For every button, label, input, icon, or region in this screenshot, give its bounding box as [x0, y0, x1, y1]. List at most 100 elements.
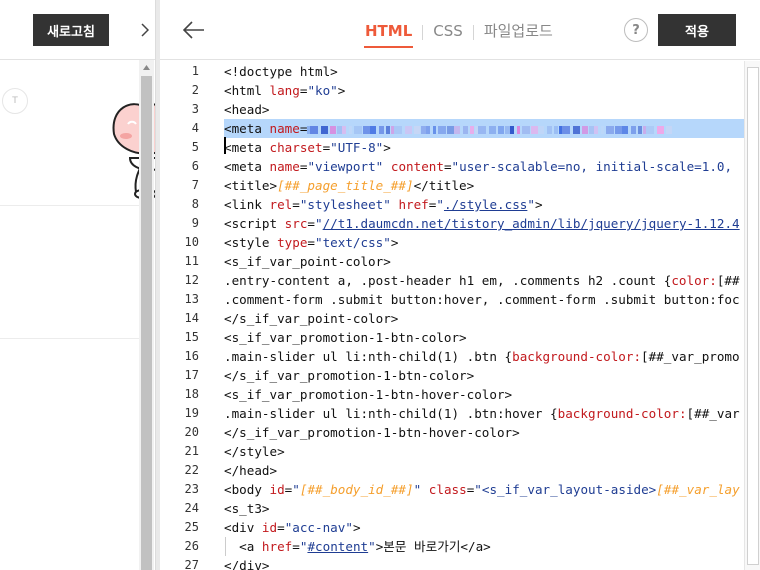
line-number: 1: [191, 64, 199, 78]
apply-button[interactable]: 적용: [658, 14, 736, 46]
code-token: "text/css": [315, 235, 391, 250]
arrow-left-icon: [183, 21, 204, 39]
editor-scrollbar[interactable]: [744, 61, 760, 570]
code-line[interactable]: 17 </s_if_var_promotion-1-btn-color>: [160, 366, 744, 385]
code-token: src: [284, 216, 308, 231]
line-number: 18: [184, 387, 199, 401]
code-line[interactable]: 16 .main-slider ul li:nth-child(1) .btn {…: [160, 347, 744, 366]
help-button[interactable]: ?: [624, 18, 648, 42]
code-token: <head>: [224, 102, 270, 117]
code-token: <s_t3>: [224, 501, 270, 516]
line-number: 26: [184, 539, 199, 553]
code-line[interactable]: 9 <script src="//t1.daumcdn.net/tistory_a…: [160, 214, 744, 233]
code-token: "ko": [307, 83, 338, 98]
redacted-pixel: [321, 125, 329, 134]
redacted-pixel: [330, 125, 337, 134]
code-token: =: [277, 520, 285, 535]
code-token: .main-slider ul li:nth-child(1) .btn:hov…: [224, 406, 558, 421]
code-token: [##: [716, 273, 740, 288]
redacted-pixel: [370, 125, 377, 134]
code-line[interactable]: 23 <body id="[##_body_id_##]" class="<s_i…: [160, 480, 744, 499]
line-number: 17: [184, 368, 199, 382]
code-line[interactable]: 8 <link rel="stylesheet" href="./style.cs…: [160, 195, 744, 214]
code-token: =: [292, 539, 300, 554]
scroll-up-icon[interactable]: [139, 60, 154, 74]
code-line[interactable]: 10 <style type="text/css">: [160, 233, 744, 252]
redacted-pixel: [478, 125, 487, 134]
code-token: href: [398, 197, 429, 212]
code-text: <head>: [224, 100, 744, 119]
line-number: 20: [184, 425, 199, 439]
preview-divider: [0, 338, 139, 339]
editor-toolbar: HTML CSS 파일업로드 ? 적용: [160, 0, 760, 60]
preview-scrollbar[interactable]: [139, 60, 154, 570]
editor-scrollbar-thumb[interactable]: [747, 67, 759, 565]
code-token: .comment-form .submit button:hover, .com…: [224, 292, 740, 307]
collapse-preview-button[interactable]: [136, 12, 154, 48]
code-text: <meta charset="UTF-8">: [224, 138, 744, 157]
tab-html[interactable]: HTML: [364, 20, 414, 48]
refresh-button[interactable]: 새로고침: [33, 14, 109, 46]
code-text: <!doctype html>: [224, 62, 744, 81]
code-line[interactable]: 27 </div>: [160, 556, 744, 570]
code-text: <html lang="ko">: [224, 81, 744, 100]
code-token: >: [337, 83, 346, 98]
code-text: <meta name="viewport" content="user-scal…: [224, 157, 744, 176]
code-token: <s_if_var_promotion-1-btn-color>: [224, 330, 467, 345]
redacted-pixel: [631, 125, 637, 134]
code-line[interactable]: 1 <!doctype html>: [160, 62, 744, 81]
redacted-pixel: [489, 125, 497, 134]
code-line[interactable]: 13 .comment-form .submit button:hover, .c…: [160, 290, 744, 309]
code-line[interactable]: 3 <head>: [160, 100, 744, 119]
code-token: </head>: [224, 463, 278, 478]
code-line[interactable]: 18 <s_if_var_promotion-1-btn-hover-color>: [160, 385, 744, 404]
tab-file-upload[interactable]: 파일업로드: [483, 20, 554, 44]
code-token: =: [443, 159, 452, 174]
code-text: </s_if_var_promotion-1-btn-hover-color>: [224, 423, 744, 442]
code-line[interactable]: 20 </s_if_var_promotion-1-btn-hover-color…: [160, 423, 744, 442]
code-text: <title>[##_page_title_##]</title>: [224, 176, 744, 195]
code-token: <div: [224, 520, 262, 535]
code-line[interactable]: 24 <s_t3>: [160, 499, 744, 518]
code-text: .comment-form .submit button:hover, .com…: [224, 290, 744, 309]
code-token: .main-slider ul li:nth-child(1) .btn {: [224, 349, 513, 364]
preview-scrollbar-thumb[interactable]: [141, 76, 152, 570]
preview-avatar: T: [2, 88, 28, 114]
code-token: =: [299, 121, 308, 136]
line-number: 3: [191, 102, 199, 116]
line-number: 25: [184, 520, 199, 534]
redacted-pixel: [394, 125, 403, 134]
code-token: <link: [224, 197, 270, 212]
code-line[interactable]: 19 .main-slider ul li:nth-child(1) .btn:h…: [160, 404, 744, 423]
code-line[interactable]: 14 </s_if_var_point-color>: [160, 309, 744, 328]
code-text: <meta name=: [224, 119, 744, 138]
code-token: </s_if_var_point-color>: [224, 311, 399, 326]
code-token: "acc-nav": [284, 520, 353, 535]
code-token: <a: [224, 539, 262, 554]
back-button[interactable]: [180, 16, 208, 44]
redacted-pixel: [386, 125, 391, 134]
code-line[interactable]: 15 <s_if_var_promotion-1-btn-color>: [160, 328, 744, 347]
code-token: >본문 바로가기</a>: [375, 539, 491, 554]
code-area[interactable]: 1 <!doctype html> 2 <html lang="ko"> 3 <head>…: [160, 61, 760, 570]
code-token: "<s_if_var_layout-aside>: [474, 482, 657, 497]
redacted-pixel: [414, 125, 421, 134]
tab-css[interactable]: CSS: [432, 20, 464, 44]
code-line[interactable]: 5 <meta charset="UTF-8">: [160, 138, 744, 157]
code-line[interactable]: 6 <meta name="viewport" content="user-sca…: [160, 157, 744, 176]
code-line[interactable]: 11 <s_if_var_point-color>: [160, 252, 744, 271]
code-line[interactable]: 12 .entry-content a, .post-header h1 em, …: [160, 271, 744, 290]
code-text: <body id="[##_body_id_##]" class="<s_if_…: [224, 480, 744, 499]
code-token: name: [269, 159, 300, 174]
code-line[interactable]: 22 </head>: [160, 461, 744, 480]
code-line[interactable]: 4 <meta name=: [160, 119, 744, 138]
redacted-pixel: [342, 125, 347, 134]
code-token: charset: [269, 140, 323, 155]
code-line[interactable]: 26 <a href="#content">본문 바로가기</a>: [160, 537, 744, 556]
code-line[interactable]: 7 <title>[##_page_title_##]</title>: [160, 176, 744, 195]
code-line[interactable]: 2 <html lang="ko">: [160, 81, 744, 100]
code-line[interactable]: 21 </style>: [160, 442, 744, 461]
code-line[interactable]: 25 <div id="acc-nav">: [160, 518, 744, 537]
code-token: background-color:: [557, 406, 687, 421]
code-token: <s_if_var_point-color>: [224, 254, 391, 269]
